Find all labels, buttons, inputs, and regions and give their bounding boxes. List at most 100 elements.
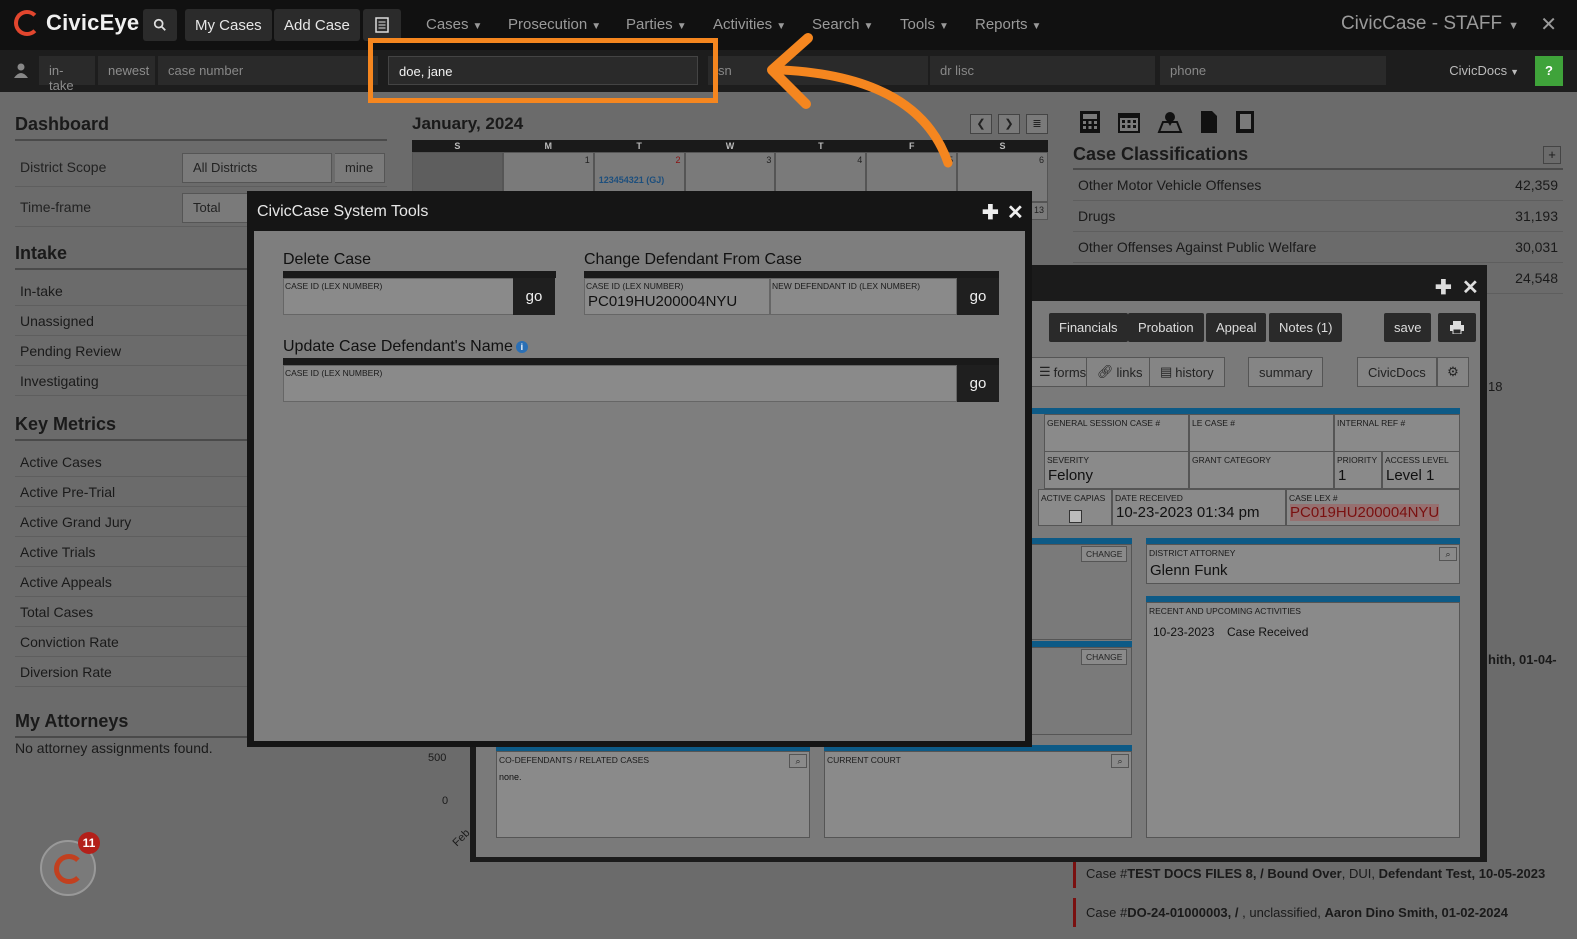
- notifications-button[interactable]: 11: [40, 832, 100, 896]
- date-received-field[interactable]: DATE RECEIVED 10-23-2023 01:34 pm: [1112, 489, 1286, 526]
- menu-search[interactable]: Search ▼: [812, 16, 873, 33]
- severity-field[interactable]: SEVERITY Felony: [1044, 451, 1189, 489]
- menu-reports-label: Reports: [975, 16, 1028, 33]
- menu-parties[interactable]: Parties ▼: [626, 16, 687, 33]
- update-defendant-go-button[interactable]: go: [957, 365, 999, 402]
- forms-label: forms: [1053, 364, 1087, 380]
- civicdocs-label: CivicDocs: [1449, 63, 1508, 78]
- calendar-icon[interactable]: [1117, 110, 1141, 134]
- system-tools-body: Delete Case CASE ID (LEX NUMBER) go Chan…: [254, 231, 1025, 741]
- access-level-field[interactable]: ACCESS LEVEL Level 1: [1382, 451, 1460, 489]
- access-level-value: Level 1: [1386, 467, 1435, 484]
- update-defendant-case-id-input[interactable]: CASE ID (LEX NUMBER): [283, 365, 957, 402]
- classification-row[interactable]: Drugs 31,193: [1073, 201, 1563, 232]
- close-icon[interactable]: ✕: [1540, 12, 1557, 37]
- my-cases-button[interactable]: My Cases: [185, 9, 272, 41]
- case-lex-field[interactable]: CASE LEX # PC019HU200004NYU: [1286, 489, 1460, 526]
- menu-activities[interactable]: Activities ▼: [713, 16, 786, 33]
- new-defendant-id-input[interactable]: NEW DEFENDANT ID (LEX NUMBER): [770, 278, 957, 315]
- phone-input[interactable]: phone: [1160, 56, 1386, 85]
- district-attorney-field[interactable]: DISTRICT ATTORNEY Glenn Funk ⌕: [1146, 544, 1460, 584]
- recent-case-item[interactable]: Case #TEST DOCS FILES 8, / Bound Over, D…: [1073, 859, 1563, 888]
- party-panel: [1032, 647, 1132, 735]
- active-capias-checkbox[interactable]: [1069, 510, 1082, 523]
- save-button[interactable]: save: [1384, 313, 1432, 342]
- chevron-right-icon[interactable]: ❯: [998, 114, 1020, 134]
- menu-prosecution[interactable]: Prosecution ▼: [508, 16, 601, 33]
- map-pin-icon[interactable]: [1157, 110, 1183, 134]
- newest-filter-button[interactable]: newest: [98, 56, 155, 85]
- tab-appeal[interactable]: Appeal: [1206, 313, 1267, 342]
- section-divider: [584, 271, 999, 278]
- field-label: DATE RECEIVED: [1115, 493, 1183, 503]
- district-scope-select[interactable]: All Districts: [182, 153, 332, 183]
- top-navbar: CivicEye My Cases Add Case Cases ▼ Prosec…: [0, 0, 1577, 50]
- delete-case-id-input[interactable]: CASE ID (LEX NUMBER): [283, 278, 514, 315]
- delete-case-go-button[interactable]: go: [513, 278, 555, 315]
- section-divider: [283, 358, 999, 365]
- field-label: CASE ID (LEX NUMBER): [586, 281, 684, 291]
- calendar-controls: ❮ ❯ ≣: [970, 114, 1048, 134]
- chevron-left-icon[interactable]: ❮: [970, 114, 992, 134]
- close-icon[interactable]: ✕: [1462, 275, 1479, 300]
- change-defendant-case-id-input[interactable]: CASE ID (LEX NUMBER) PC019HU200004NYU: [584, 278, 770, 315]
- change-defendant-title: Change Defendant From Case: [584, 251, 802, 268]
- app-title-dropdown[interactable]: CivicCase - STAFF ▼: [1341, 13, 1519, 35]
- add-classification-button[interactable]: +: [1543, 146, 1561, 164]
- civicdocs-dropdown[interactable]: CivicDocs ▼: [1449, 63, 1519, 78]
- search-icon[interactable]: ⌕: [1111, 754, 1129, 768]
- search-icon-button[interactable]: [143, 9, 177, 41]
- calculator-icon[interactable]: [1079, 110, 1101, 134]
- current-court-panel: CURRENT COURT ⌕: [824, 751, 1132, 838]
- links-button[interactable]: 🔗︎ links: [1086, 357, 1154, 387]
- le-case-field[interactable]: LE CASE #: [1189, 414, 1334, 452]
- civicdocs-button[interactable]: CivicDocs: [1357, 357, 1437, 387]
- expand-icon[interactable]: ✚: [982, 200, 999, 225]
- tab-probation[interactable]: Probation: [1128, 313, 1204, 342]
- priority-field[interactable]: PRIORITY 1: [1334, 451, 1382, 489]
- search-icon: [153, 18, 166, 31]
- change-defendant-go-button[interactable]: go: [957, 278, 999, 315]
- close-icon[interactable]: ✕: [1007, 200, 1024, 225]
- history-label: history: [1175, 364, 1214, 380]
- help-button[interactable]: ?: [1535, 56, 1563, 86]
- update-defendant-name-text: Update Case Defendant's Name: [283, 338, 513, 355]
- ssn-input[interactable]: sn: [708, 56, 928, 85]
- history-icon: ▤: [1160, 364, 1173, 379]
- dr-lisc-input[interactable]: dr lisc: [930, 56, 1155, 85]
- history-button[interactable]: ▤ history: [1149, 357, 1225, 387]
- recent-case-type: , DUI,: [1341, 866, 1379, 881]
- info-icon[interactable]: i: [515, 341, 528, 353]
- brand-logo[interactable]: CivicEye: [14, 10, 139, 36]
- print-icon[interactable]: [1438, 313, 1476, 342]
- tab-notes[interactable]: Notes (1): [1269, 313, 1343, 342]
- mine-button[interactable]: mine: [335, 153, 385, 183]
- calendar-list-icon-button[interactable]: [363, 9, 401, 41]
- tab-financials[interactable]: Financials: [1049, 313, 1128, 342]
- classification-row[interactable]: Other Motor Vehicle Offenses 42,359: [1073, 170, 1563, 201]
- calendar-event[interactable]: 123454321 (GJ): [599, 175, 665, 185]
- recent-case-item[interactable]: Case #DO-24-01000003, / , unclassified, …: [1073, 898, 1563, 927]
- chevron-down-icon: ▼: [1510, 67, 1519, 77]
- add-case-button[interactable]: Add Case: [274, 9, 360, 41]
- search-icon[interactable]: ⌕: [789, 754, 807, 768]
- notebook-icon[interactable]: [1235, 110, 1255, 134]
- menu-reports[interactable]: Reports ▼: [975, 16, 1041, 33]
- summary-button[interactable]: summary: [1248, 357, 1324, 387]
- document-icon[interactable]: [1199, 110, 1219, 134]
- search-icon[interactable]: ⌕: [1439, 547, 1457, 561]
- chevron-down-icon: ▼: [676, 21, 687, 32]
- case-number-input[interactable]: case number: [158, 56, 378, 85]
- internal-ref-field[interactable]: INTERNAL REF #: [1334, 414, 1460, 452]
- gear-icon[interactable]: ⚙: [1437, 357, 1469, 387]
- field-label: CURRENT COURT: [827, 755, 901, 765]
- intake-filter-button[interactable]: in-take: [39, 56, 95, 93]
- list-view-icon[interactable]: ≣: [1026, 114, 1048, 134]
- menu-tools[interactable]: Tools ▼: [900, 16, 949, 33]
- expand-icon[interactable]: ✚: [1435, 275, 1452, 300]
- general-session-case-field[interactable]: GENERAL SESSION CASE #: [1044, 414, 1189, 452]
- classification-row[interactable]: Other Offenses Against Public Welfare 30,…: [1073, 232, 1563, 263]
- grant-category-field[interactable]: GRANT CATEGORY: [1189, 451, 1334, 489]
- activity-text[interactable]: Case Received: [1227, 625, 1308, 639]
- menu-cases[interactable]: Cases ▼: [426, 16, 482, 33]
